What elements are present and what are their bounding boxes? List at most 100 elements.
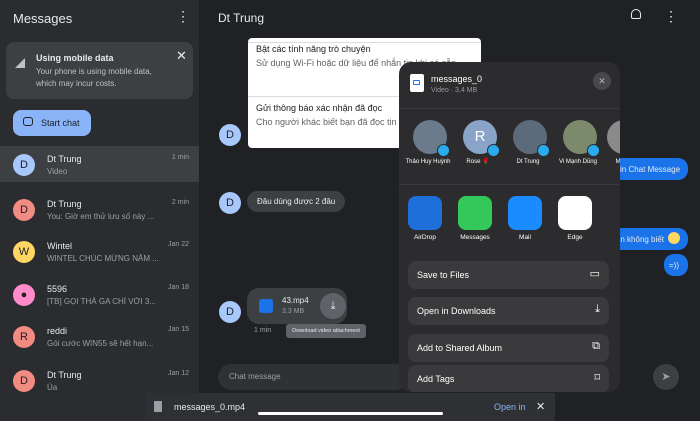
emoji-icon — [668, 232, 680, 244]
contact-avatar — [607, 120, 620, 154]
share-contact[interactable]: Thảo Huy Huỳnh — [405, 120, 451, 166]
video-file-icon — [410, 74, 424, 92]
sent-bubble-text: =)) — [669, 261, 679, 270]
sent-bubble: =)) — [664, 254, 688, 276]
tag-icon: ⌑ — [594, 372, 600, 384]
conversation-preview: [TB] GỌI THẢ GA CHỈ VỚI 3... — [47, 297, 156, 306]
contact-name: Rose 🌹 — [466, 159, 490, 165]
airdrop-icon — [408, 196, 442, 230]
share-app-airdrop[interactable]: AirDrop — [400, 196, 450, 241]
contact-name: Vi Mạnh Dũng — [559, 159, 597, 165]
action-label: Add to Shared Album — [417, 343, 503, 353]
more-options-icon[interactable]: ⋮ — [664, 9, 678, 23]
conversation-name: Dt Trung — [47, 154, 82, 164]
conversation-time: Jan 22 — [167, 241, 189, 248]
chat-bubble-icon — [23, 117, 33, 126]
person-avatar-icon: ● — [13, 284, 35, 306]
chat-input[interactable]: Chat message — [218, 364, 408, 390]
telegram-icon — [537, 144, 550, 157]
share-sheet: messages_0 Video · 3,4 MB ✕ Thảo Huy Huỳ… — [399, 62, 620, 392]
conversation-item[interactable]: R reddi Gói cước WIN55 sẽ hết hạn... Jan… — [0, 318, 199, 354]
signal-icon — [15, 58, 25, 68]
shared-album-icon: ⧉ — [592, 340, 600, 352]
close-icon[interactable]: ✕ — [536, 400, 545, 413]
home-indicator[interactable] — [258, 412, 443, 415]
close-icon[interactable]: ✕ — [176, 48, 187, 64]
folder-icon: ▭ — [589, 268, 600, 280]
messages-icon — [458, 196, 492, 230]
contact-name: Thảo Huy Huỳnh — [405, 159, 451, 165]
share-contact[interactable]: Vi Mạnh Dũng — [555, 120, 601, 166]
banner-description: Your phone is using mobile data, which m… — [36, 67, 152, 88]
conversation-item[interactable]: D Dt Trung Video 1 min — [0, 146, 199, 182]
conversation-preview: You: Giờ em thử lưu số này ... — [47, 212, 155, 221]
download-bar: messages_0.mp4 Open in ✕ — [145, 393, 555, 421]
conversation-time: Jan 12 — [167, 370, 189, 377]
save-to-files-button[interactable]: Save to Files ▭ — [408, 261, 609, 289]
thread-title: Dt Trung — [218, 11, 265, 25]
app-name: Messages — [460, 234, 490, 241]
sent-bubble: Tin không biết — [612, 228, 688, 250]
action-label: Open in Downloads — [417, 306, 496, 316]
telegram-icon — [487, 144, 500, 157]
setting-title[interactable]: Gửi thông báo xác nhận đã đọc — [256, 103, 382, 113]
divider — [248, 42, 481, 43]
avatar: D — [219, 124, 241, 146]
file-size: 3.3 MB — [282, 308, 305, 315]
mail-icon — [508, 196, 542, 230]
add-tags-button[interactable]: Add Tags ⌑ — [408, 365, 609, 392]
share-app-mail[interactable]: Mail — [500, 196, 550, 241]
conversation-name: Dt Trung — [47, 370, 82, 380]
download-icon[interactable]: ⤓ — [320, 293, 346, 319]
share-file-meta: Video · 3,4 MB — [431, 87, 478, 94]
open-in-button[interactable]: Open in — [494, 402, 526, 412]
conversation-item[interactable]: W Wintel WINTEL CHÚC MỪNG NĂM ... Jan 22 — [0, 233, 199, 269]
app-title: Messages — [13, 11, 73, 26]
conversation-time: Jan 15 — [167, 326, 189, 333]
camera-icon — [413, 80, 420, 85]
chat-input-placeholder: Chat message — [229, 372, 281, 381]
conversation-name: Dt Trung — [47, 199, 82, 209]
avatar: W — [13, 241, 35, 263]
conversation-time: 2 min — [171, 199, 189, 206]
contact-name: Mike — [615, 159, 620, 165]
share-contact[interactable]: Mike — [599, 120, 620, 166]
contact-name: Dt Trung — [516, 159, 540, 165]
share-contact[interactable]: Dt Trung — [505, 120, 551, 166]
avatar: R — [13, 326, 35, 348]
conversation-preview: Gói cước WIN55 sẽ hết hạn... — [47, 339, 154, 348]
bell-icon[interactable] — [631, 9, 641, 19]
conversation-item[interactable]: D Dt Trung You: Giờ em thử lưu số này ..… — [0, 191, 199, 227]
share-app-edge[interactable]: Edge — [550, 196, 600, 241]
share-app-messages[interactable]: Messages — [450, 196, 500, 241]
file-attachment[interactable]: 43.mp4 3.3 MB ⤓ — [247, 288, 347, 324]
action-label: Save to Files — [417, 270, 470, 280]
app-name: Mail — [519, 234, 531, 241]
conversation-name: 5596 — [47, 284, 68, 294]
conversation-name: Wintel — [47, 241, 73, 251]
telegram-icon — [437, 144, 450, 157]
send-icon[interactable]: ➤ — [653, 364, 679, 390]
download-icon: ⤓ — [595, 303, 600, 315]
conversation-preview: Video — [47, 167, 68, 176]
avatar: D — [219, 301, 241, 323]
start-chat-label: Start chat — [41, 118, 80, 128]
sent-bubble-text: Tin không biết — [614, 235, 664, 244]
start-chat-button[interactable]: Start chat — [13, 110, 91, 136]
edge-icon — [558, 196, 592, 230]
open-in-downloads-button[interactable]: Open in Downloads ⤓ — [408, 297, 609, 325]
download-file-name: messages_0.mp4 — [174, 402, 246, 412]
close-icon[interactable]: ✕ — [593, 72, 611, 90]
avatar: D — [13, 154, 35, 176]
setting-title[interactable]: Bật các tính năng trò chuyện — [256, 44, 371, 54]
conversation-item[interactable]: ● 5596 [TB] GỌI THẢ GA CHỈ VỚI 3... Jan … — [0, 276, 199, 312]
conversation-sidebar: Messages ⋮ Using mobile data Your phone … — [0, 0, 199, 421]
avatar: D — [13, 199, 35, 221]
avatar: D — [219, 192, 241, 214]
divider — [399, 108, 620, 109]
add-to-shared-album-button[interactable]: Add to Shared Album ⧉ — [408, 334, 609, 362]
share-contact[interactable]: R Rose 🌹 — [455, 120, 501, 166]
message-bubble: Đâu dùng được 2 đâu — [247, 191, 346, 212]
more-options-icon[interactable]: ⋮ — [176, 9, 190, 23]
conversation-time: 1 min — [171, 154, 189, 161]
